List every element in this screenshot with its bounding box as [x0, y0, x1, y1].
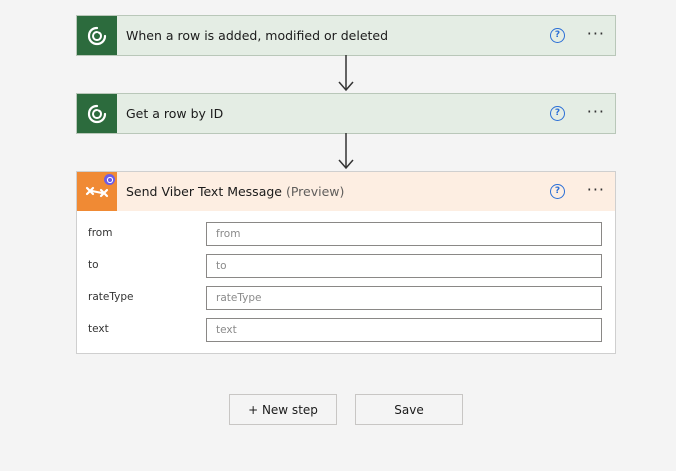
field-label-ratetype: rateType [88, 291, 134, 303]
more-options-icon[interactable]: ··· [587, 103, 605, 121]
field-label-to: to [88, 259, 99, 271]
more-options-icon[interactable]: ··· [587, 25, 605, 43]
viber-title: Send Viber Text Message [126, 184, 282, 199]
viber-fields: from to rateType text [77, 211, 615, 343]
text-input[interactable] [206, 318, 602, 342]
field-row-ratetype: rateType [77, 279, 615, 311]
trigger-step-header[interactable]: When a row is added, modified or deleted… [77, 16, 615, 55]
viber-step-header[interactable]: Send Viber Text Message (Preview) ? ··· [77, 172, 615, 211]
step-title: When a row is added, modified or deleted [126, 28, 389, 43]
field-label-text: text [88, 323, 109, 335]
premium-badge-icon [104, 174, 115, 185]
viber-connector-icon [77, 172, 117, 211]
to-input[interactable] [206, 254, 602, 278]
from-input[interactable] [206, 222, 602, 246]
connector-arrow [338, 55, 354, 92]
field-row-from: from [77, 215, 615, 247]
help-icon[interactable]: ? [550, 28, 565, 43]
step-title: Get a row by ID [126, 106, 224, 121]
preview-tag: (Preview) [285, 184, 345, 199]
help-icon[interactable]: ? [550, 184, 565, 199]
field-row-to: to [77, 247, 615, 279]
get-row-step-header[interactable]: Get a row by ID ? ··· [77, 94, 615, 133]
field-row-text: text [77, 311, 615, 343]
ratetype-input[interactable] [206, 286, 602, 310]
get-row-step-card[interactable]: Get a row by ID ? ··· [76, 93, 616, 134]
save-button[interactable]: Save [355, 394, 463, 425]
step-title: Send Viber Text Message (Preview) [126, 184, 344, 199]
trigger-step-card[interactable]: When a row is added, modified or deleted… [76, 15, 616, 56]
dataverse-icon [77, 16, 117, 55]
dataverse-icon [77, 94, 117, 133]
more-options-icon[interactable]: ··· [587, 181, 605, 199]
help-icon[interactable]: ? [550, 106, 565, 121]
field-label-from: from [88, 227, 113, 239]
connector-arrow [338, 133, 354, 170]
new-step-button[interactable]: + New step [229, 394, 337, 425]
viber-step-card[interactable]: Send Viber Text Message (Preview) ? ··· … [76, 171, 616, 354]
